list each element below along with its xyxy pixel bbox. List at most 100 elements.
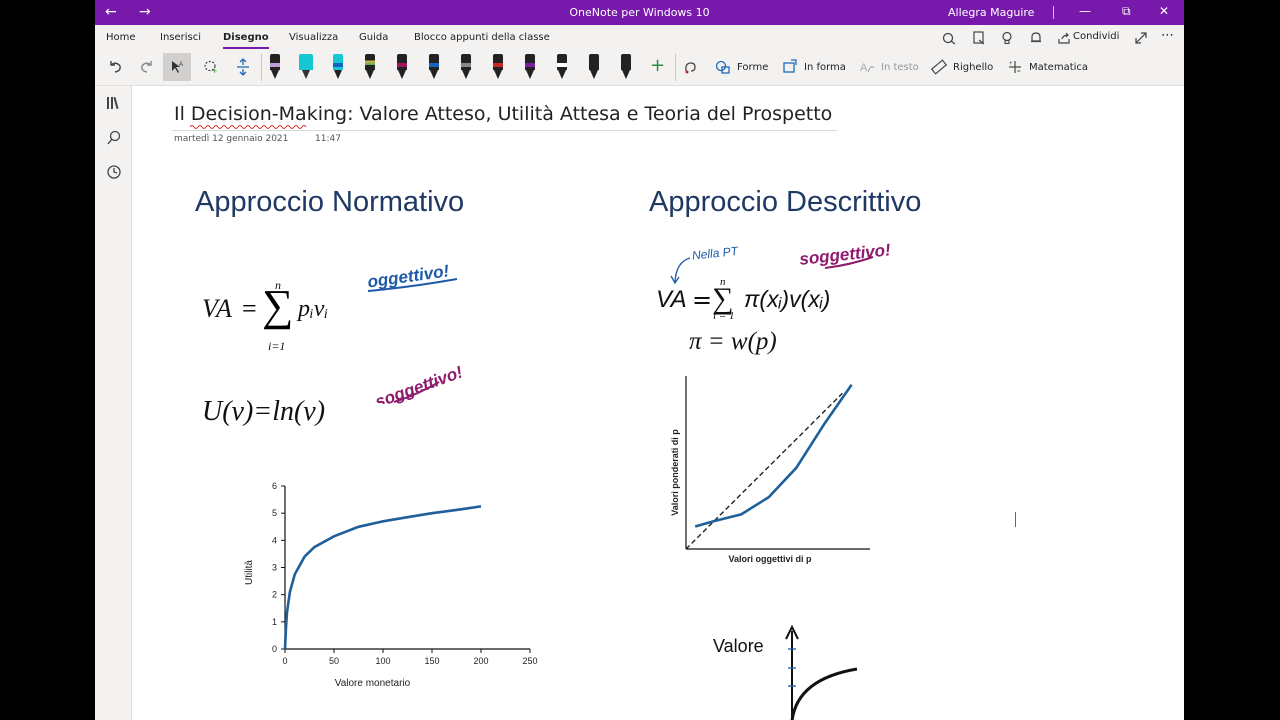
search-icon[interactable] <box>106 130 122 146</box>
add-pen-icon[interactable]: + <box>650 55 665 76</box>
share-icon[interactable] <box>1057 31 1071 45</box>
x-axis-label: Valori oggettivi di p <box>728 554 812 564</box>
share-button[interactable]: Condividi <box>1073 31 1119 42</box>
formula-pt-equals: = <box>692 286 713 314</box>
formula-utility[interactable]: U(v)=ln(v) <box>202 396 325 428</box>
tab-visualizza[interactable]: Visualizza <box>289 32 338 43</box>
pen-1[interactable] <box>270 54 280 81</box>
math-icon[interactable]: += <box>1007 59 1023 75</box>
heading-descriptive[interactable]: Approccio Descrittivo <box>649 186 921 219</box>
pen-9[interactable] <box>557 54 567 81</box>
formula-pt-bottom: i = 1 <box>713 310 735 322</box>
tab-inserisci[interactable]: Inserisci <box>160 32 201 43</box>
pen-10[interactable] <box>589 54 599 81</box>
probability-weighting-chart[interactable]: Valori oggettivi di p Valori ponderati di… <box>652 368 882 568</box>
shapes-icon[interactable] <box>715 59 731 75</box>
y-tick-label: 3 <box>272 563 277 573</box>
formula-sum: ∑ <box>262 281 294 330</box>
math-button[interactable]: Matematica <box>1029 62 1088 73</box>
pen-8[interactable] <box>525 54 535 81</box>
toolbar-separator-2 <box>675 54 676 81</box>
tab-blocco-appunti[interactable]: Blocco appunti della classe <box>414 32 550 43</box>
page-icon[interactable] <box>972 31 986 45</box>
x-tick-label: 250 <box>522 656 537 666</box>
expand-icon[interactable] <box>1134 31 1148 45</box>
formula-expected-value[interactable]: VA = n ∑ i=1 pᵢvᵢ <box>202 276 382 356</box>
tab-guida[interactable]: Guida <box>359 32 388 43</box>
y-tick-label: 0 <box>272 644 277 654</box>
ruler-button[interactable]: Righello <box>953 62 993 73</box>
svg-text:soggettivo!: soggettivo! <box>373 362 466 404</box>
note-page[interactable]: Il Decision-Making: Valore Atteso, Utili… <box>132 86 1184 720</box>
user-name[interactable]: Allegra Maguire <box>948 6 1034 19</box>
note-soggettivo-2[interactable]: soggettivo! <box>795 232 935 272</box>
x-axis-label: Valore monetario <box>335 678 411 689</box>
value-function-chart[interactable] <box>777 621 867 720</box>
notebooks-icon[interactable] <box>106 96 122 110</box>
formula-utility-text: U(v)=ln(v) <box>202 396 326 427</box>
formula-pi[interactable]: π = w(p) <box>689 328 777 356</box>
y-axis-label: Valori ponderati di p <box>670 429 680 516</box>
restore-icon[interactable]: ⧉ <box>1122 4 1131 19</box>
pen-4[interactable] <box>397 54 407 81</box>
utility-curve <box>283 505 482 650</box>
note-oggettivo[interactable]: oggettivo! <box>362 254 482 294</box>
formula-equals: = <box>242 294 257 323</box>
tab-disegno[interactable]: Disegno <box>223 32 269 49</box>
lightbulb-icon[interactable] <box>1000 31 1014 45</box>
y-tick-label: 4 <box>272 535 277 545</box>
ink-to-text-button: In testo <box>881 62 919 73</box>
formula-va: VA <box>202 294 232 323</box>
more-icon[interactable]: ⋯ <box>1161 28 1174 43</box>
undo-icon[interactable] <box>107 59 123 75</box>
minimize-icon[interactable]: — <box>1079 4 1091 18</box>
draw-toolbar: A + + Forme In forma A In testo Righello… <box>95 50 1184 86</box>
y-tick-label: 6 <box>272 481 277 491</box>
formula-bottom: i=1 <box>268 339 286 353</box>
nav-sidebar <box>95 86 132 720</box>
formula-term: pᵢvᵢ <box>298 296 329 322</box>
svg-text:+: + <box>1009 61 1013 67</box>
ink-to-text-icon: A <box>860 62 875 74</box>
tab-home[interactable]: Home <box>106 32 136 43</box>
select-tool[interactable]: A <box>163 53 191 81</box>
ink-replay-icon[interactable] <box>683 59 699 75</box>
x-tick-label: 50 <box>329 656 339 666</box>
pen-6[interactable] <box>461 54 471 81</box>
y-axis-label: Utilità <box>244 560 255 585</box>
formula-pt-va: VA <box>656 286 687 313</box>
bell-icon[interactable] <box>1029 31 1043 45</box>
pen-7[interactable] <box>493 54 503 81</box>
formula-pt-term: π(xᵢ)v(xᵢ) <box>744 286 831 312</box>
page-title[interactable]: Il Decision-Making: Valore Atteso, Utili… <box>174 103 832 125</box>
x-tick-label: 150 <box>424 656 439 666</box>
x-tick-label: 0 <box>282 656 287 666</box>
ribbon-tabs: Home Inserisci Disegno Visualizza Guida … <box>95 25 1184 50</box>
note-soggettivo-1[interactable]: soggettivo! <box>364 344 504 404</box>
pen-2[interactable] <box>333 54 343 81</box>
x-tick-label: 100 <box>375 656 390 666</box>
page-date: martedì 12 gennaio 2021 <box>174 134 289 144</box>
heading-normative[interactable]: Approccio Normativo <box>195 186 464 219</box>
shapes-button[interactable]: Forme <box>737 62 768 73</box>
svg-text:=: = <box>1017 69 1021 75</box>
ruler-icon[interactable] <box>931 59 947 75</box>
highlighter-1[interactable] <box>299 54 313 81</box>
add-space-icon[interactable] <box>235 58 251 76</box>
title-separator <box>1053 6 1054 19</box>
text-cursor <box>1015 512 1016 527</box>
ink-to-shape-button[interactable]: In forma <box>804 62 846 73</box>
pen-11[interactable] <box>621 54 631 81</box>
redo-icon[interactable] <box>139 59 155 75</box>
diagonal-reference-line <box>685 392 843 550</box>
close-icon[interactable]: ✕ <box>1159 4 1169 18</box>
recent-clock-icon[interactable] <box>106 164 122 180</box>
pen-5[interactable] <box>429 54 439 81</box>
lasso-select-icon[interactable]: + <box>203 59 219 75</box>
utility-chart[interactable]: 0 1 2 3 4 5 6 0 50 100 150 200 250 Valore monetario Ut… <box>202 476 542 696</box>
page-time: 11:47 <box>315 134 341 144</box>
sync-icon[interactable] <box>942 31 956 45</box>
ink-to-shape-icon[interactable] <box>782 59 798 75</box>
pen-3[interactable] <box>365 54 375 81</box>
y-tick-label: 1 <box>272 617 277 627</box>
